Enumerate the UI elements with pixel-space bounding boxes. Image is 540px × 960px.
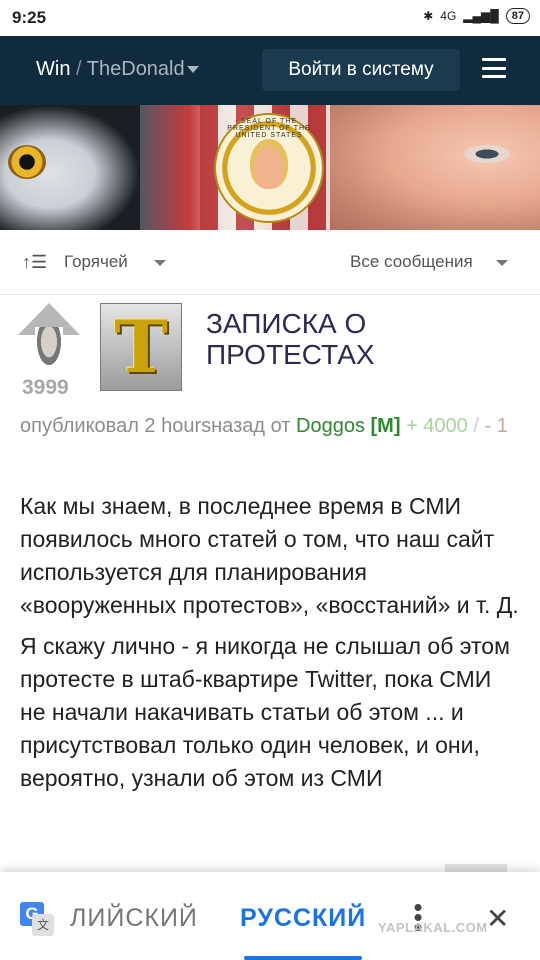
source-language-tab[interactable]: ЛИЙСКИЙ bbox=[70, 904, 198, 933]
presidential-seal: SEAL OF THE PRESIDENT OF THE UNITED STAT… bbox=[216, 115, 322, 221]
bluetooth-icon: ✱ bbox=[423, 9, 434, 23]
network-type: 4G bbox=[440, 9, 457, 23]
caret-down-icon[interactable] bbox=[186, 66, 199, 74]
target-language-tab[interactable]: РУССКИЙ bbox=[240, 904, 366, 933]
site-brand[interactable]: Win / TheDonald bbox=[36, 58, 199, 81]
downvote-count: - 1 bbox=[484, 415, 508, 437]
filter-dropdown[interactable]: Все сообщения bbox=[350, 252, 473, 272]
sort-icon[interactable]: ↑☰ bbox=[22, 252, 47, 273]
thumbnail-letter: T bbox=[114, 304, 168, 389]
brand-name[interactable]: Win bbox=[36, 58, 70, 80]
scroll-indicator bbox=[445, 864, 507, 872]
post-meta: опубликовал 2 hoursназад от Doggos [M] +… bbox=[20, 412, 525, 440]
seal-text: SEAL OF THE PRESIDENT OF THE UNITED STAT… bbox=[227, 118, 311, 139]
author-link[interactable]: Doggos bbox=[296, 415, 365, 437]
community-selector[interactable]: TheDonald bbox=[87, 58, 185, 80]
close-icon[interactable]: ✕ bbox=[486, 902, 509, 935]
status-bar: 9:25 ✱ 4G ▂▄▆█ 87 bbox=[0, 0, 540, 36]
status-icons: ✱ 4G ▂▄▆█ 87 bbox=[423, 8, 530, 24]
watermark: YAPLAKAL.COM bbox=[378, 920, 488, 935]
chevron-down-icon[interactable] bbox=[496, 260, 508, 266]
vote-separator: / bbox=[473, 415, 479, 437]
signal-icon: ▂▄▆█ bbox=[463, 9, 499, 23]
battery-level: 87 bbox=[505, 8, 530, 24]
post-score: 3999 bbox=[22, 376, 69, 399]
community-banner: SEAL OF THE PRESIDENT OF THE UNITED STAT… bbox=[0, 105, 540, 230]
sort-bar: ↑☰ Горячей Все сообщения bbox=[0, 230, 540, 295]
active-tab-indicator bbox=[244, 956, 362, 960]
top-navbar: Win / TheDonald Войти в систему bbox=[0, 36, 540, 105]
translate-bar: G文 ЛИЙСКИЙ РУССКИЙ • • • ✕ bbox=[0, 872, 540, 960]
google-translate-icon[interactable]: G文 bbox=[20, 902, 54, 936]
post-body: Как мы знаем, в последнее время в СМИ по… bbox=[20, 490, 520, 803]
paragraph: Я скажу лично - я никогда не слышал об э… bbox=[20, 633, 510, 791]
post-thumbnail[interactable]: T bbox=[100, 303, 182, 391]
brand-separator: / bbox=[76, 58, 82, 80]
status-time: 9:25 bbox=[12, 8, 47, 27]
login-button[interactable]: Войти в систему bbox=[262, 49, 460, 91]
meta-prefix: опубликовал 2 hoursназад от bbox=[20, 415, 291, 437]
chevron-down-icon[interactable] bbox=[154, 260, 166, 266]
avatar-photo bbox=[35, 327, 63, 369]
seal-portrait bbox=[250, 139, 288, 189]
paragraph: Как мы знаем, в последнее время в СМИ по… bbox=[20, 493, 519, 618]
mod-badge: [M] bbox=[370, 415, 401, 437]
face-image bbox=[330, 105, 540, 230]
face-eye bbox=[464, 145, 510, 163]
upvote-count: + 4000 bbox=[406, 415, 468, 437]
sort-hot-dropdown[interactable]: Горячей bbox=[64, 252, 128, 272]
post-title[interactable]: ЗАПИСКА О ПРОТЕСТАХ bbox=[206, 308, 526, 370]
eagle-image bbox=[0, 105, 140, 230]
upvote-avatar[interactable] bbox=[18, 303, 80, 369]
eagle-eye bbox=[8, 145, 46, 179]
menu-icon[interactable] bbox=[482, 58, 506, 78]
